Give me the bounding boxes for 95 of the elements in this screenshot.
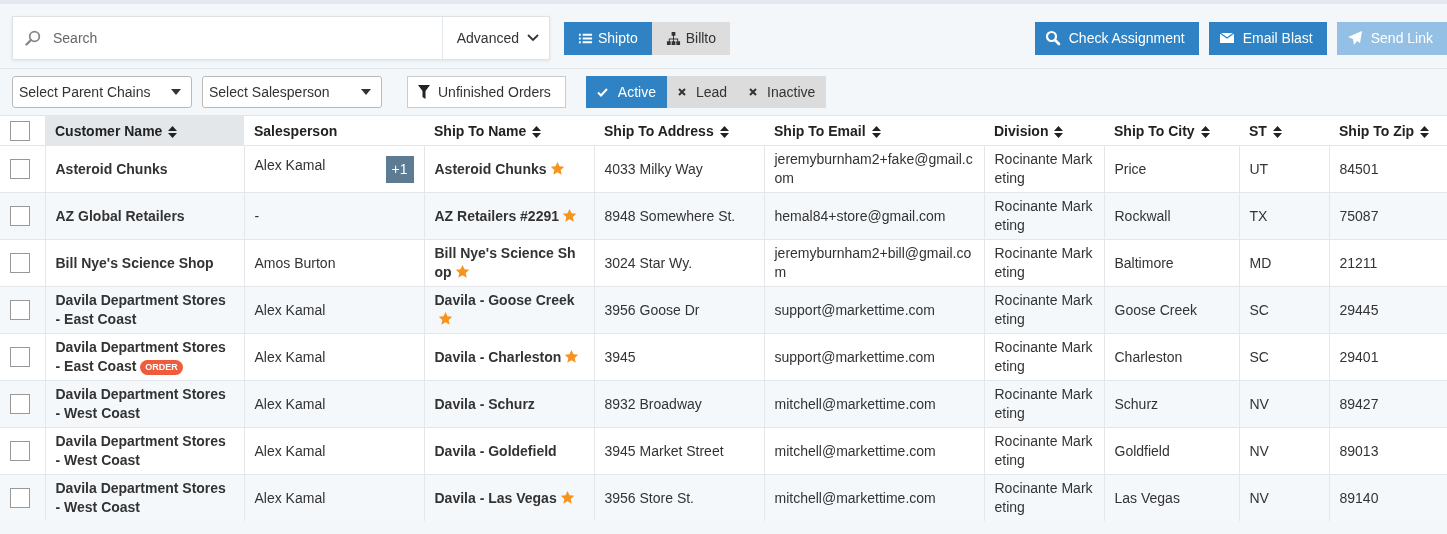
- sort-icon[interactable]: [719, 125, 729, 138]
- customer-name-cell: Davila Department Stores - West Coast: [45, 474, 244, 521]
- ship-to-name-cell: Davila - Goose Creek: [424, 286, 594, 334]
- column-header[interactable]: ST: [1239, 116, 1329, 146]
- email-cell: mitchell@markettime.com: [764, 380, 984, 428]
- checkbox[interactable]: [10, 120, 30, 141]
- checkmark-icon: [596, 87, 608, 97]
- address-cell: 3956 Goose Dr: [594, 286, 764, 334]
- state-cell: TX: [1239, 192, 1329, 240]
- salesperson-cell: Alex Kamal: [244, 286, 424, 334]
- filter-icon: [418, 85, 430, 99]
- city-cell: Goose Creek: [1104, 286, 1239, 334]
- salesperson-name: Alex Kamal: [254, 155, 326, 175]
- ship-to-name-cell: Davila - Schurz: [424, 380, 594, 428]
- envelope-icon: [1218, 30, 1235, 46]
- email-cell: support@markettime.com: [764, 286, 984, 334]
- column-header[interactable]: Ship To Name: [424, 116, 594, 146]
- sort-icon[interactable]: [1200, 125, 1210, 138]
- sort-icon[interactable]: [1272, 125, 1282, 138]
- status-filter-toggle[interactable]: Lead: [666, 76, 739, 108]
- checkbox[interactable]: [10, 206, 30, 226]
- salesperson-cell: Alex Kamal: [244, 474, 424, 521]
- star-icon: [562, 207, 578, 223]
- status-filter-toggle[interactable]: Inactive: [738, 76, 827, 108]
- division-cell: Rocinante Marketing: [984, 286, 1104, 334]
- sort-icon[interactable]: [871, 125, 881, 138]
- zip-cell: 89427: [1329, 380, 1447, 428]
- order-badge: ORDER: [140, 359, 183, 375]
- action-button[interactable]: Check Assignment: [1034, 21, 1199, 55]
- customer-name-cell: Davila Department Stores - East Coast: [45, 286, 244, 334]
- action-button[interactable]: Email Blast: [1208, 21, 1327, 55]
- customer-name-cell: AZ Global Retailers: [45, 192, 244, 240]
- sort-icon[interactable]: [532, 125, 542, 138]
- sort-icon[interactable]: [168, 125, 178, 138]
- sort-icon[interactable]: [1420, 125, 1430, 138]
- hierarchy-icon: [665, 30, 681, 46]
- search-field[interactable]: Search Advanced: [12, 16, 550, 60]
- zip-cell: 89140: [1329, 474, 1447, 521]
- state-cell: NV: [1239, 474, 1329, 521]
- column-header[interactable]: Ship To City: [1104, 116, 1239, 146]
- checkbox[interactable]: [10, 441, 30, 461]
- address-cell: 3956 Store St.: [594, 474, 764, 521]
- state-cell: SC: [1239, 286, 1329, 334]
- paper-plane-icon: [1346, 30, 1363, 46]
- zip-cell: 29445: [1329, 286, 1447, 334]
- star-icon: [564, 348, 580, 364]
- view-toggle-button[interactable]: Billto: [651, 21, 731, 55]
- sort-icon[interactable]: [1054, 125, 1064, 138]
- parent-chains-select[interactable]: Select Parent Chains: [12, 76, 192, 108]
- ship-to-name-cell: Davila - Las Vegas: [424, 474, 594, 521]
- ship-to-name-cell: AZ Retailers #2291: [424, 192, 594, 240]
- division-cell: Rocinante Marketing: [984, 192, 1104, 240]
- more-salespeople-badge[interactable]: +1: [385, 155, 414, 183]
- star-icon: [559, 489, 575, 505]
- x-icon: [677, 88, 686, 96]
- email-cell: hemal84+store@gmail.com: [764, 192, 984, 240]
- checkbox[interactable]: [10, 394, 30, 414]
- dropdown-caret-icon: [361, 89, 371, 95]
- advanced-dropdown[interactable]: Advanced: [441, 17, 549, 59]
- chevron-down-icon: [527, 34, 539, 42]
- view-toggle-button[interactable]: Shipto: [564, 21, 652, 55]
- zip-cell: 75087: [1329, 192, 1447, 240]
- star-icon: [454, 264, 470, 279]
- checkbox[interactable]: [10, 253, 30, 273]
- checkbox[interactable]: [10, 300, 30, 320]
- column-header[interactable]: Customer Name: [45, 116, 244, 146]
- search-icon: [25, 30, 41, 46]
- search-icon: [1044, 30, 1061, 46]
- division-cell: Rocinante Marketing: [984, 380, 1104, 428]
- x-icon: [749, 88, 758, 96]
- division-cell: Rocinante Marketing: [984, 474, 1104, 521]
- city-cell: Rockwall: [1104, 192, 1239, 240]
- salesperson-cell: Alex Kamal: [244, 380, 424, 428]
- column-header[interactable]: Ship To Zip: [1329, 116, 1447, 146]
- salesperson-select[interactable]: Select Salesperson: [202, 76, 382, 108]
- checkbox[interactable]: [10, 347, 30, 367]
- email-cell: mitchell@markettime.com: [764, 474, 984, 521]
- star-icon: [437, 311, 453, 326]
- unfinished-orders-button[interactable]: Unfinished Orders: [407, 76, 566, 108]
- state-cell: NV: [1239, 380, 1329, 428]
- dropdown-caret-icon: [171, 89, 181, 95]
- star-icon: [549, 160, 565, 176]
- salesperson-cell: -: [244, 192, 424, 240]
- checkbox[interactable]: [10, 488, 30, 508]
- checkbox[interactable]: [10, 159, 30, 179]
- city-cell: Schurz: [1104, 380, 1239, 428]
- address-cell: 8932 Broadway: [594, 380, 764, 428]
- column-header[interactable]: Division: [984, 116, 1104, 146]
- status-filter-toggle[interactable]: Active: [585, 76, 667, 108]
- column-header[interactable]: Ship To Address: [594, 116, 764, 146]
- city-cell: Las Vegas: [1104, 474, 1239, 521]
- column-header[interactable]: Salesperson: [244, 116, 424, 146]
- customer-name-cell: Davila Department Stores - West Coast: [45, 380, 244, 428]
- column-header[interactable]: Ship To Email: [764, 116, 984, 146]
- address-cell: 8948 Somewhere St.: [594, 192, 764, 240]
